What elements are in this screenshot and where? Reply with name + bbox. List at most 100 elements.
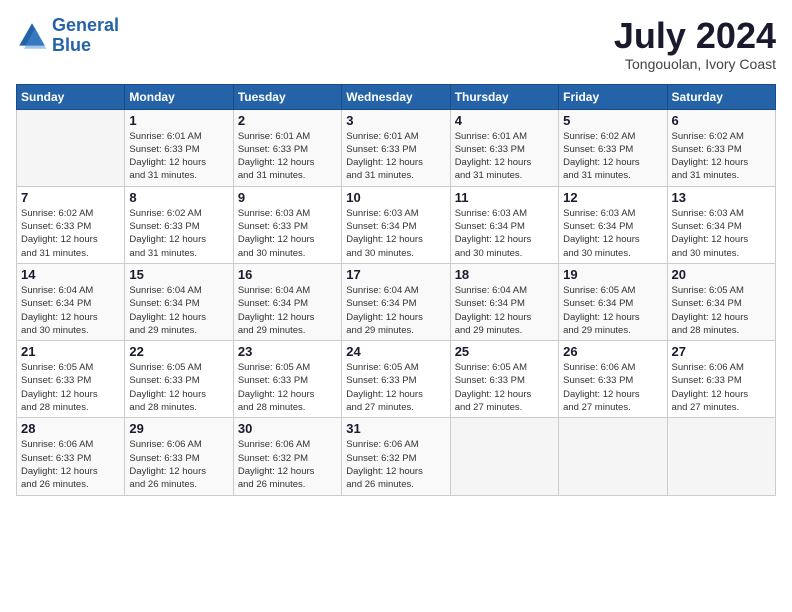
calendar-week-row: 21 Sunrise: 6:05 AM Sunset: 6:33 PM Dayli… <box>17 341 776 418</box>
day-info: Sunrise: 6:02 AM Sunset: 6:33 PM Dayligh… <box>563 130 662 183</box>
day-number: 6 <box>672 113 771 128</box>
day-number: 15 <box>129 267 228 282</box>
day-info: Sunrise: 6:03 AM Sunset: 6:34 PM Dayligh… <box>563 207 662 260</box>
day-info: Sunrise: 6:01 AM Sunset: 6:33 PM Dayligh… <box>129 130 228 183</box>
logo-text: General Blue <box>52 16 119 56</box>
calendar-cell: 12 Sunrise: 6:03 AM Sunset: 6:34 PM Dayli… <box>559 186 667 263</box>
day-number: 30 <box>238 421 337 436</box>
calendar-cell: 21Sunrise: 6:05 AM Sunset: 6:33 PM Dayli… <box>17 341 125 418</box>
day-number: 25 <box>455 344 554 359</box>
calendar-day-header: Wednesday <box>342 84 450 109</box>
day-number: 7 <box>21 190 120 205</box>
calendar-cell <box>559 418 667 495</box>
day-info: Sunrise: 6:04 AM Sunset: 6:34 PM Dayligh… <box>346 284 445 337</box>
calendar-day-header: Sunday <box>17 84 125 109</box>
logo-line2: Blue <box>52 35 91 55</box>
calendar-cell: 3 Sunrise: 6:01 AM Sunset: 6:33 PM Daylig… <box>342 109 450 186</box>
calendar-table: SundayMondayTuesdayWednesdayThursdayFrid… <box>16 84 776 496</box>
day-info: Sunrise: 6:06 AM Sunset: 6:33 PM Dayligh… <box>672 361 771 414</box>
day-info: Sunrise: 6:05 AM Sunset: 6:34 PM Dayligh… <box>672 284 771 337</box>
day-number: 16 <box>238 267 337 282</box>
calendar-week-row: 14 Sunrise: 6:04 AM Sunset: 6:34 PM Dayli… <box>17 263 776 340</box>
calendar-day-header: Saturday <box>667 84 775 109</box>
calendar-cell: 16 Sunrise: 6:04 AM Sunset: 6:34 PM Dayli… <box>233 263 341 340</box>
day-number: 2 <box>238 113 337 128</box>
calendar-week-row: 7 Sunrise: 6:02 AM Sunset: 6:33 PM Daylig… <box>17 186 776 263</box>
calendar-cell <box>667 418 775 495</box>
day-number: 21 <box>21 344 120 359</box>
calendar-cell <box>17 109 125 186</box>
calendar-day-header: Friday <box>559 84 667 109</box>
day-info: Sunrise: 6:04 AM Sunset: 6:34 PM Dayligh… <box>21 284 120 337</box>
day-info: Sunrise: 6:05 AM Sunset: 6:33 PM Dayligh… <box>455 361 554 414</box>
day-number: 5 <box>563 113 662 128</box>
day-info: Sunrise: 6:06 AM Sunset: 6:33 PM Dayligh… <box>21 438 120 491</box>
day-number: 23 <box>238 344 337 359</box>
day-info: Sunrise: 6:01 AM Sunset: 6:33 PM Dayligh… <box>455 130 554 183</box>
calendar-cell: 1 Sunrise: 6:01 AM Sunset: 6:33 PM Daylig… <box>125 109 233 186</box>
day-info: Sunrise: 6:03 AM Sunset: 6:34 PM Dayligh… <box>346 207 445 260</box>
day-number: 28 <box>21 421 120 436</box>
day-number: 12 <box>563 190 662 205</box>
day-number: 17 <box>346 267 445 282</box>
day-number: 11 <box>455 190 554 205</box>
day-info: Sunrise: 6:01 AM Sunset: 6:33 PM Dayligh… <box>346 130 445 183</box>
calendar-cell: 17 Sunrise: 6:04 AM Sunset: 6:34 PM Dayli… <box>342 263 450 340</box>
calendar-cell: 30 Sunrise: 6:06 AM Sunset: 6:32 PM Dayli… <box>233 418 341 495</box>
calendar-cell: 26 Sunrise: 6:06 AM Sunset: 6:33 PM Dayli… <box>559 341 667 418</box>
day-info: Sunrise: 6:05 AM Sunset: 6:33 PM Dayligh… <box>238 361 337 414</box>
calendar-header-row: SundayMondayTuesdayWednesdayThursdayFrid… <box>17 84 776 109</box>
calendar-cell: 8Sunrise: 6:02 AM Sunset: 6:33 PM Daylig… <box>125 186 233 263</box>
day-number: 27 <box>672 344 771 359</box>
day-number: 9 <box>238 190 337 205</box>
calendar-cell: 5 Sunrise: 6:02 AM Sunset: 6:33 PM Daylig… <box>559 109 667 186</box>
calendar-cell: 24 Sunrise: 6:05 AM Sunset: 6:33 PM Dayli… <box>342 341 450 418</box>
month-title: July 2024 <box>614 16 776 56</box>
logo-line1: General <box>52 15 119 35</box>
day-number: 1 <box>129 113 228 128</box>
day-info: Sunrise: 6:04 AM Sunset: 6:34 PM Dayligh… <box>129 284 228 337</box>
day-number: 19 <box>563 267 662 282</box>
day-number: 8 <box>129 190 228 205</box>
day-info: Sunrise: 6:06 AM Sunset: 6:32 PM Dayligh… <box>238 438 337 491</box>
calendar-cell: 14 Sunrise: 6:04 AM Sunset: 6:34 PM Dayli… <box>17 263 125 340</box>
day-number: 31 <box>346 421 445 436</box>
day-info: Sunrise: 6:06 AM Sunset: 6:33 PM Dayligh… <box>563 361 662 414</box>
day-number: 20 <box>672 267 771 282</box>
day-number: 26 <box>563 344 662 359</box>
day-number: 4 <box>455 113 554 128</box>
calendar-day-header: Thursday <box>450 84 558 109</box>
logo: General Blue <box>16 16 119 56</box>
day-info: Sunrise: 6:02 AM Sunset: 6:33 PM Dayligh… <box>21 207 120 260</box>
calendar-day-header: Monday <box>125 84 233 109</box>
title-area: July 2024 Tongouolan, Ivory Coast <box>614 16 776 72</box>
calendar-cell: 20 Sunrise: 6:05 AM Sunset: 6:34 PM Dayli… <box>667 263 775 340</box>
calendar-cell: 19 Sunrise: 6:05 AM Sunset: 6:34 PM Dayli… <box>559 263 667 340</box>
day-info: Sunrise: 6:04 AM Sunset: 6:34 PM Dayligh… <box>455 284 554 337</box>
day-info: Sunrise: 6:05 AM Sunset: 6:33 PM Dayligh… <box>346 361 445 414</box>
day-info: Sunrise: 6:03 AM Sunset: 6:33 PM Dayligh… <box>238 207 337 260</box>
location-subtitle: Tongouolan, Ivory Coast <box>614 56 776 72</box>
day-info: Sunrise: 6:04 AM Sunset: 6:34 PM Dayligh… <box>238 284 337 337</box>
calendar-cell: 9 Sunrise: 6:03 AM Sunset: 6:33 PM Daylig… <box>233 186 341 263</box>
calendar-cell: 18Sunrise: 6:04 AM Sunset: 6:34 PM Dayli… <box>450 263 558 340</box>
page-header: General Blue July 2024 Tongouolan, Ivory… <box>16 16 776 72</box>
calendar-cell: 7 Sunrise: 6:02 AM Sunset: 6:33 PM Daylig… <box>17 186 125 263</box>
day-number: 29 <box>129 421 228 436</box>
day-info: Sunrise: 6:06 AM Sunset: 6:33 PM Dayligh… <box>129 438 228 491</box>
day-info: Sunrise: 6:05 AM Sunset: 6:34 PM Dayligh… <box>563 284 662 337</box>
day-number: 3 <box>346 113 445 128</box>
calendar-cell: 31 Sunrise: 6:06 AM Sunset: 6:32 PM Dayli… <box>342 418 450 495</box>
calendar-week-row: 28 Sunrise: 6:06 AM Sunset: 6:33 PM Dayli… <box>17 418 776 495</box>
day-info: Sunrise: 6:06 AM Sunset: 6:32 PM Dayligh… <box>346 438 445 491</box>
calendar-day-header: Tuesday <box>233 84 341 109</box>
day-number: 14 <box>21 267 120 282</box>
calendar-week-row: 1 Sunrise: 6:01 AM Sunset: 6:33 PM Daylig… <box>17 109 776 186</box>
calendar-cell: 23 Sunrise: 6:05 AM Sunset: 6:33 PM Dayli… <box>233 341 341 418</box>
calendar-cell: 6Sunrise: 6:02 AM Sunset: 6:33 PM Daylig… <box>667 109 775 186</box>
day-info: Sunrise: 6:03 AM Sunset: 6:34 PM Dayligh… <box>672 207 771 260</box>
calendar-cell: 11Sunrise: 6:03 AM Sunset: 6:34 PM Dayli… <box>450 186 558 263</box>
calendar-cell: 15 Sunrise: 6:04 AM Sunset: 6:34 PM Dayli… <box>125 263 233 340</box>
calendar-cell: 13Sunrise: 6:03 AM Sunset: 6:34 PM Dayli… <box>667 186 775 263</box>
day-number: 24 <box>346 344 445 359</box>
